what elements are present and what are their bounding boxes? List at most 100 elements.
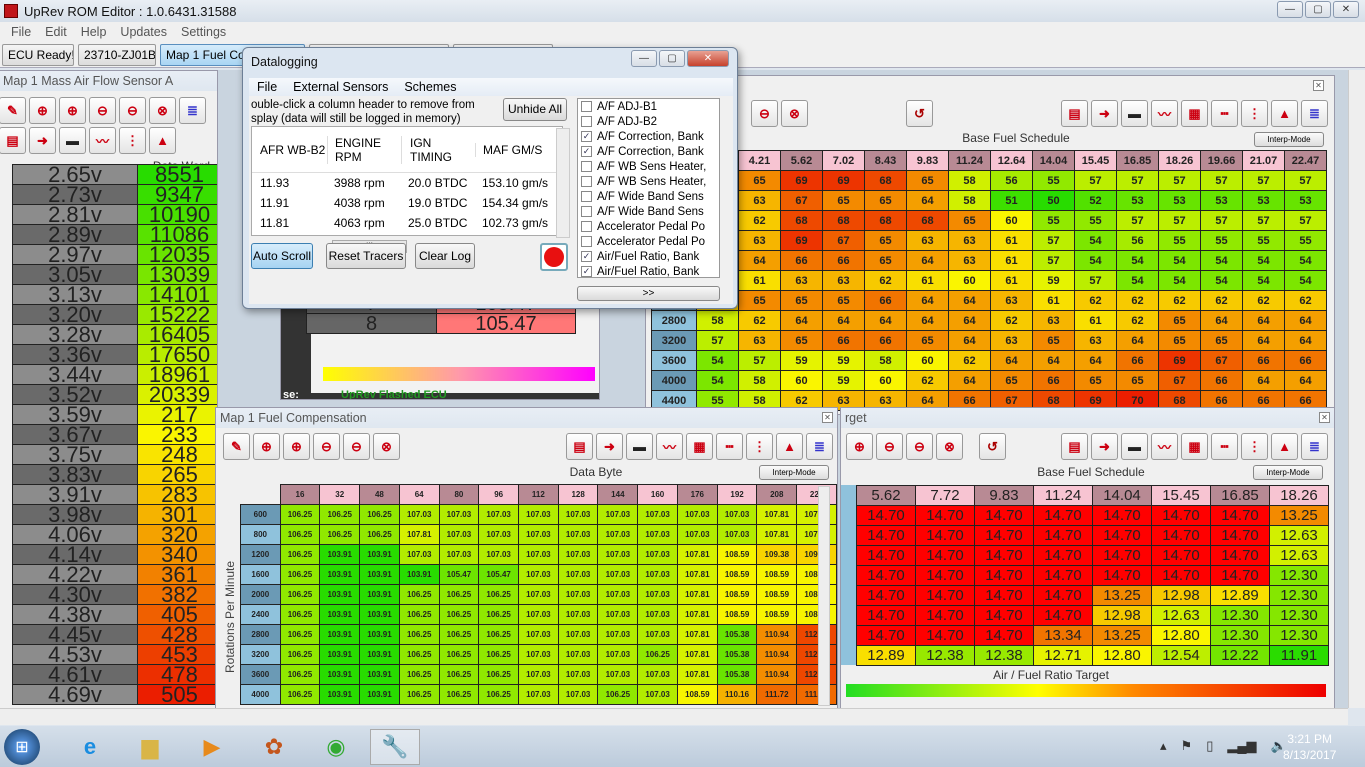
table-cell[interactable]: 14.70	[915, 525, 975, 546]
table-cell[interactable]: 57	[1242, 210, 1285, 231]
table-cell[interactable]: 14.70	[915, 585, 975, 606]
table-cell[interactable]: 106.25	[319, 504, 361, 525]
table-cell[interactable]: 58	[738, 370, 781, 391]
menu-file[interactable]: File	[11, 25, 31, 39]
table-cell[interactable]: 65	[1032, 330, 1075, 351]
sensor-item[interactable]: A/F ADJ-B1	[578, 99, 719, 114]
table-cell[interactable]: 12.30	[1210, 605, 1270, 626]
table-cell[interactable]: 106.25	[478, 584, 520, 605]
table-cell[interactable]: 63	[780, 270, 823, 291]
table-cell[interactable]: 67	[780, 190, 823, 211]
record-button[interactable]	[540, 243, 568, 271]
table-cell[interactable]: 57	[1032, 250, 1075, 271]
table-cell[interactable]: 107.03	[637, 604, 678, 625]
table-cell[interactable]: 107.03	[438, 504, 480, 525]
table-cell[interactable]: 106.25	[597, 684, 639, 705]
table-cell[interactable]: 106.25	[438, 584, 480, 605]
table-cell[interactable]: 103.91	[359, 664, 400, 685]
table-cell[interactable]: 107.03	[518, 684, 559, 705]
table-cell[interactable]: 65	[990, 370, 1033, 391]
table-cell[interactable]: 63	[990, 330, 1033, 351]
area-chart-icon[interactable]: ▲	[776, 433, 803, 460]
table-cell[interactable]: 107.03	[557, 504, 599, 525]
sensor-checkbox[interactable]	[581, 236, 592, 247]
dialog-menu-file[interactable]: File	[257, 80, 277, 94]
table-cell[interactable]: 12.63	[1269, 525, 1329, 546]
menu-edit[interactable]: Edit	[45, 25, 67, 39]
table-cell[interactable]: 107.03	[478, 504, 520, 525]
table-cell[interactable]: 107.03	[597, 564, 639, 585]
expand-button[interactable]: >>	[577, 286, 720, 301]
table-cell[interactable]: 12.54	[1151, 645, 1211, 666]
column-header[interactable]: 128	[557, 484, 599, 505]
table-cell[interactable]: 68	[906, 210, 949, 231]
table-cell[interactable]: 66	[780, 250, 823, 271]
table-cell[interactable]: 13.25	[1092, 625, 1152, 646]
table-cell[interactable]: 14.70	[856, 585, 916, 606]
table-cell[interactable]: 107.03	[716, 524, 758, 545]
column-header[interactable]: 5.62	[856, 485, 916, 506]
table-cell[interactable]: 14.70	[974, 565, 1034, 586]
table-cell[interactable]: 107.81	[676, 564, 718, 585]
log-row[interactable]: 11.81 4063 rpm 25.0 BTDC 102.73 gm/s	[252, 213, 562, 233]
table-cell[interactable]: 107.03	[637, 544, 678, 565]
table-cell[interactable]: 65	[864, 190, 907, 211]
table-cell[interactable]: 65	[1200, 330, 1243, 351]
table-cell[interactable]: 65	[1074, 370, 1117, 391]
tab-ecu-ready[interactable]: ECU Ready!	[2, 43, 74, 66]
table-cell[interactable]: 62	[1200, 290, 1243, 311]
table-cell[interactable]: 12.89	[1210, 585, 1270, 606]
table-cell[interactable]: 107.03	[518, 644, 559, 665]
sensor-item[interactable]: A/F Wide Band Sens	[578, 204, 719, 219]
table-cell[interactable]: 54	[1158, 270, 1201, 291]
table-cell[interactable]: 105.38	[716, 664, 758, 685]
table-cell[interactable]: 107.03	[518, 664, 559, 685]
table-cell[interactable]: 57	[738, 350, 781, 371]
table-cell[interactable]: 12.30	[1269, 585, 1329, 606]
table-cell[interactable]: 68	[864, 170, 907, 191]
table-cell[interactable]: 14.70	[974, 585, 1034, 606]
table-cell[interactable]: 14.70	[1151, 505, 1211, 526]
log-row[interactable]: 11.93 3988 rpm 20.0 BTDC 153.10 gm/s	[252, 173, 562, 193]
table-cell[interactable]: 65	[1116, 370, 1159, 391]
gradient-icon[interactable]: ▬	[59, 127, 86, 154]
table-cell[interactable]: 54	[696, 350, 739, 371]
horizontal-dots-icon[interactable]: ┅	[716, 433, 743, 460]
remove-left-icon[interactable]: ⊖	[119, 97, 146, 124]
column-header[interactable]: 176	[676, 484, 718, 505]
table-cell[interactable]: 61	[1032, 290, 1075, 311]
dialog-menu-external-sensors[interactable]: External Sensors	[293, 80, 388, 94]
table-cell[interactable]: 103.91	[359, 644, 400, 665]
table-cell[interactable]: 106.25	[359, 524, 400, 545]
table-cell[interactable]: 54	[1284, 270, 1327, 291]
table-cell[interactable]: 12.98	[1092, 605, 1152, 626]
column-header[interactable]: 224	[796, 484, 837, 505]
row-header[interactable]: 2000	[240, 584, 281, 605]
table-cell[interactable]: 12.71	[1033, 645, 1093, 666]
sensor-checkbox[interactable]: ✓	[581, 146, 592, 157]
table-cell[interactable]: 64	[1116, 330, 1159, 351]
table-cell[interactable]: 12.30	[1269, 605, 1329, 626]
table-cell[interactable]: 103.91	[319, 564, 361, 585]
row-header[interactable]: 1200	[240, 544, 281, 565]
table-cell[interactable]: 103.91	[319, 644, 361, 665]
table-cell[interactable]: 66	[1284, 350, 1327, 371]
column-header[interactable]: 32	[319, 484, 361, 505]
table-cell[interactable]: 108.59	[796, 604, 837, 625]
table-cell[interactable]: 14.70	[1033, 585, 1093, 606]
column-header[interactable]: 21.07	[1242, 150, 1285, 171]
clear-log-button[interactable]: Clear Log	[415, 243, 475, 269]
vertical-scrollbar[interactable]	[1348, 70, 1365, 708]
table-cell[interactable]: 54	[1116, 250, 1159, 271]
table-cell[interactable]: 55	[1158, 230, 1201, 251]
table-cell[interactable]: 66	[822, 330, 865, 351]
table-cell[interactable]: 67	[1158, 370, 1201, 391]
import-icon[interactable]: ➜	[1091, 433, 1118, 460]
import-icon[interactable]: ➜	[596, 433, 623, 460]
uprev-taskbar-icon[interactable]: 🔧	[370, 729, 420, 765]
gradient-icon[interactable]: ▬	[626, 433, 653, 460]
table-cell[interactable]: 51	[990, 190, 1033, 211]
column-header[interactable]: 208	[756, 484, 798, 505]
table-cell[interactable]: 107.03	[597, 624, 639, 645]
table-cell[interactable]: 103.91	[319, 604, 361, 625]
